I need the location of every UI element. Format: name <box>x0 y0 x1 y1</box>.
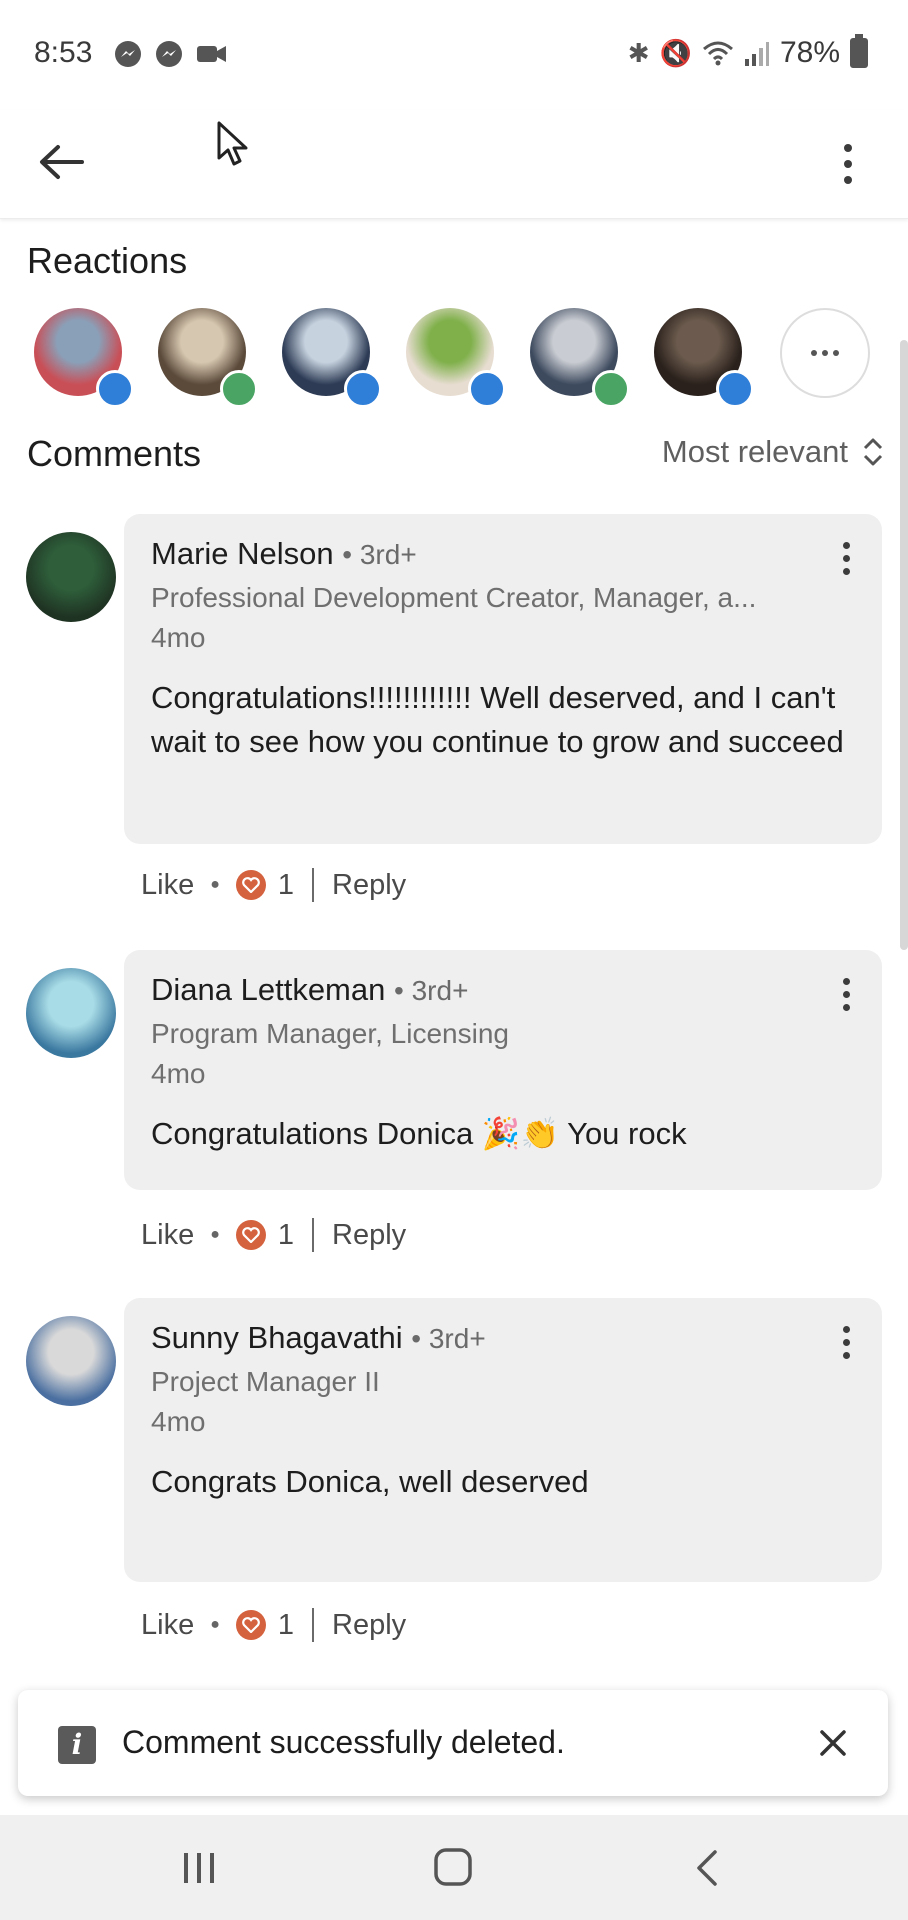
heart-reaction-icon[interactable] <box>235 870 266 900</box>
comment-actions: Like ● 1 Reply <box>141 868 407 902</box>
reactor-avatar[interactable] <box>282 308 382 408</box>
reactor-avatar[interactable] <box>654 308 754 408</box>
commenter-name: Marie Nelson <box>151 536 334 571</box>
recent-apps-icon[interactable] <box>174 1845 224 1891</box>
reactions-heading: Reactions <box>27 240 188 281</box>
comment-time: 4mo <box>151 622 206 653</box>
commenter-headline: Professional Development Creator, Manage… <box>151 582 757 613</box>
avatar[interactable] <box>26 968 116 1058</box>
reaction-count[interactable]: 1 <box>278 1609 294 1642</box>
signal-icon <box>744 42 769 66</box>
arrow-left-icon[interactable] <box>32 132 92 192</box>
commenter-name: Diana Lettkeman <box>151 972 386 1007</box>
avatar[interactable] <box>26 532 116 622</box>
commenter-name-line[interactable]: Diana Lettkeman • 3rd+ <box>151 972 468 1008</box>
toast-message: Comment successfully deleted. <box>122 1724 565 1760</box>
like-button[interactable]: Like <box>141 1219 194 1252</box>
divider <box>312 868 315 902</box>
mute-icon: 🔇 <box>659 37 692 68</box>
reactions-avatar-row <box>34 308 874 408</box>
info-icon: i <box>58 1726 96 1764</box>
video-camera-icon <box>197 46 226 62</box>
like-badge-icon <box>96 370 134 408</box>
comment-actions: Like ● 1 Reply <box>141 1218 407 1252</box>
comment-item: Sunny Bhagavathi • 3rd+ Project Manager … <box>0 1298 908 1658</box>
comment-actions: Like ● 1 Reply <box>141 1608 407 1642</box>
messenger-icon <box>156 41 182 67</box>
connection-degree: 3rd+ <box>428 1323 486 1354</box>
avatar[interactable] <box>26 1316 116 1406</box>
like-badge-icon <box>468 370 506 408</box>
comment-bubble: Marie Nelson • 3rd+ Professional Develop… <box>124 514 882 844</box>
celebrate-badge-icon <box>220 370 258 408</box>
commenter-name-line[interactable]: Marie Nelson • 3rd+ <box>151 536 417 572</box>
comment-text: Congratulations!!!!!!!!!!!! Well deserve… <box>151 680 844 759</box>
more-horizontal-icon <box>811 350 817 356</box>
comment-bubble: Sunny Bhagavathi • 3rd+ Project Manager … <box>124 1298 882 1582</box>
comment-item: Diana Lettkeman • 3rd+ Program Manager, … <box>0 950 908 1280</box>
toast-notification: i Comment successfully deleted. <box>18 1690 888 1796</box>
reactor-avatar[interactable] <box>158 308 258 408</box>
reply-button[interactable]: Reply <box>332 1219 406 1252</box>
system-nav-bar <box>0 1815 908 1920</box>
back-icon[interactable] <box>684 1845 734 1891</box>
battery-icon <box>850 34 868 68</box>
comment-text: Congratulations Donica 🎉👏 You rock <box>151 1116 687 1151</box>
sort-label: Most relevant <box>661 434 848 469</box>
connection-degree: 3rd+ <box>359 539 417 570</box>
comment-bubble: Diana Lettkeman • 3rd+ Program Manager, … <box>124 950 882 1190</box>
reactor-avatar[interactable] <box>406 308 506 408</box>
comment-time: 4mo <box>151 1058 206 1089</box>
battery-percent: 78% <box>779 36 840 69</box>
wifi-icon <box>702 41 733 66</box>
sort-dropdown[interactable]: Most relevant <box>662 434 884 470</box>
status-right: ✱ 🔇 78% <box>627 34 868 70</box>
more-reactions-button[interactable] <box>780 308 870 398</box>
commenter-name: Sunny Bhagavathi <box>151 1320 403 1355</box>
mouse-cursor-icon <box>217 121 248 166</box>
status-bar: 8:53 ✱ 🔇 78% <box>0 0 908 110</box>
like-badge-icon <box>716 370 754 408</box>
home-icon[interactable] <box>428 1845 478 1891</box>
reaction-count[interactable]: 1 <box>278 1219 294 1252</box>
connection-degree: 3rd+ <box>411 975 469 1006</box>
unfold-icon <box>863 438 883 466</box>
like-button[interactable]: Like <box>141 869 194 902</box>
comment-text: Congrats Donica, well deserved <box>151 1464 589 1499</box>
divider <box>312 1218 315 1252</box>
status-time: 8:53 <box>34 36 93 69</box>
like-button[interactable]: Like <box>141 1609 194 1642</box>
more-vertical-icon[interactable] <box>836 538 856 578</box>
reactor-avatar[interactable] <box>530 308 630 408</box>
bluetooth-icon: ✱ <box>627 37 650 68</box>
celebrate-badge-icon <box>592 370 630 408</box>
more-vertical-icon[interactable] <box>836 974 856 1014</box>
messenger-icon <box>115 41 141 67</box>
commenter-headline: Program Manager, Licensing <box>151 1018 509 1049</box>
commenter-name-line[interactable]: Sunny Bhagavathi • 3rd+ <box>151 1320 486 1356</box>
comment-item: Marie Nelson • 3rd+ Professional Develop… <box>0 514 908 934</box>
reactor-avatar[interactable] <box>34 308 134 408</box>
close-icon[interactable] <box>810 1720 856 1766</box>
heart-reaction-icon[interactable] <box>235 1220 266 1250</box>
commenter-headline: Project Manager II <box>151 1366 380 1397</box>
divider <box>312 1608 315 1642</box>
comment-time: 4mo <box>151 1406 206 1437</box>
reply-button[interactable]: Reply <box>332 1609 406 1642</box>
comments-heading: Comments <box>27 433 202 474</box>
more-vertical-icon[interactable] <box>828 132 868 196</box>
reaction-count[interactable]: 1 <box>278 869 294 902</box>
heart-reaction-icon[interactable] <box>235 1610 266 1640</box>
more-vertical-icon[interactable] <box>836 1322 856 1362</box>
like-badge-icon <box>344 370 382 408</box>
top-app-bar <box>0 110 908 219</box>
reply-button[interactable]: Reply <box>332 869 406 902</box>
